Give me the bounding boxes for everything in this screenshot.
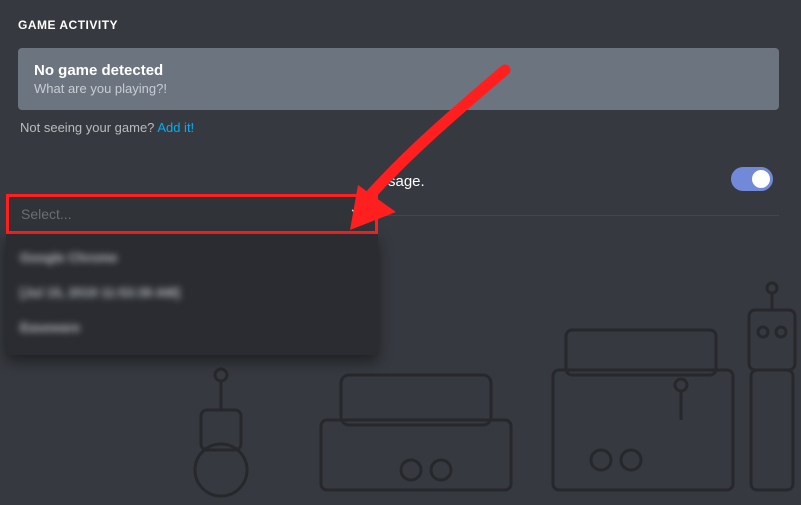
game-select-options: Google Chrome [Jul 15, 2019 11:53:39 AM]… xyxy=(6,234,378,355)
toggle-knob xyxy=(752,170,770,188)
game-option[interactable]: Easeware xyxy=(6,310,378,345)
chevron-down-icon xyxy=(349,205,363,224)
no-game-title: No game detected xyxy=(34,60,763,81)
game-option[interactable]: [Jul 15, 2019 11:53:39 AM] xyxy=(6,275,378,310)
add-game-link[interactable]: Add it! xyxy=(157,120,194,135)
no-game-subtitle: What are you playing?! xyxy=(34,81,763,96)
game-option[interactable]: Google Chrome xyxy=(6,240,378,275)
no-game-card: No game detected What are you playing?! xyxy=(18,48,779,110)
status-message-toggle[interactable] xyxy=(731,167,773,191)
add-game-dropdown: Select... Google Chrome [Jul 15, 2019 11… xyxy=(6,194,378,355)
game-select[interactable]: Select... xyxy=(6,194,378,234)
game-select-placeholder: Select... xyxy=(21,206,72,222)
section-title: GAME ACTIVITY xyxy=(18,18,779,32)
add-game-prompt-text: Not seeing your game? xyxy=(20,120,157,135)
status-message-text: sage. xyxy=(388,173,425,190)
add-game-prompt: Not seeing your game? Add it! xyxy=(20,120,779,135)
